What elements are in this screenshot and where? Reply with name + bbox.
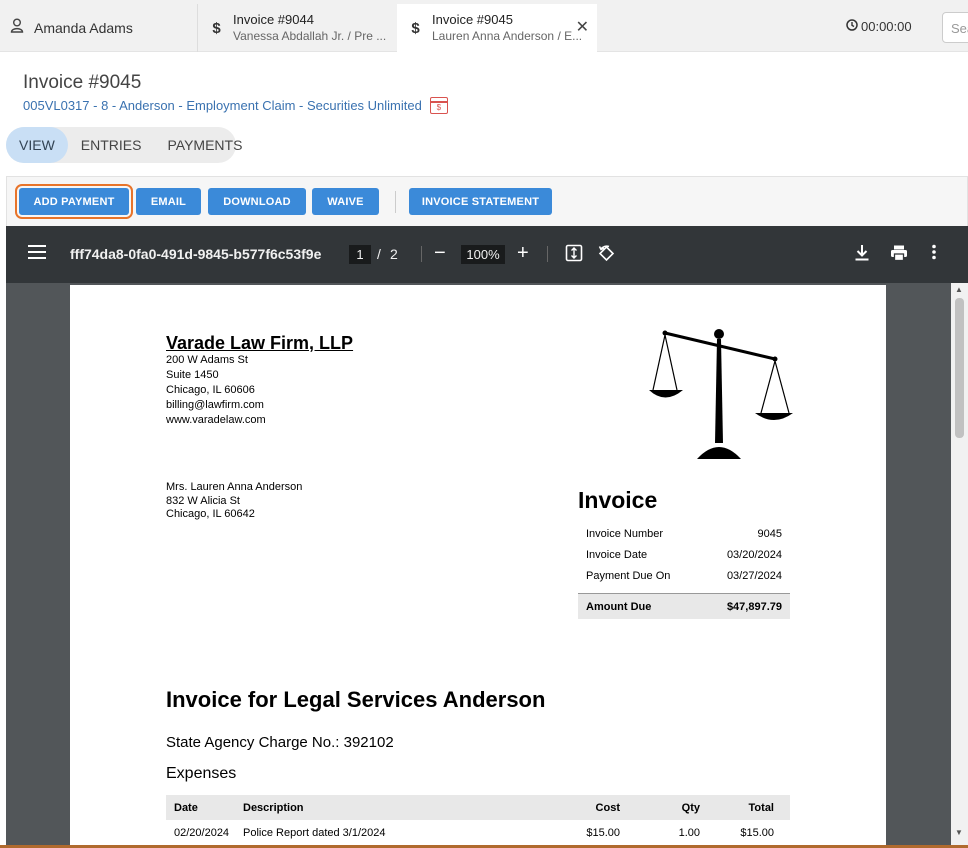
clock-icon [846, 19, 858, 34]
zoom-input[interactable]: 100% [461, 245, 505, 264]
amount-due: $47,897.79 [726, 600, 782, 613]
invoice-date: 03/20/2024 [726, 548, 782, 561]
calendar-icon[interactable]: $ [429, 97, 448, 114]
invoice-heading: Invoice [578, 487, 658, 513]
matter-link-row: 005VL0317 - 8 - Anderson - Employment Cl… [23, 97, 448, 114]
print-icon[interactable] [890, 244, 908, 266]
expenses-heading: Expenses [166, 765, 237, 782]
services-heading: Invoice for Legal Services Anderson [166, 687, 546, 712]
timer-value: 00:00:00 [861, 19, 912, 34]
scroll-up-icon[interactable]: ▲ [955, 285, 963, 294]
firm-address: 200 W Adams St Suite 1450 Chicago, IL 60… [166, 354, 266, 426]
invoice-summary: Invoice Number 9045 Invoice Date 03/20/202… [578, 523, 790, 619]
download-button[interactable]: DOWNLOAD [208, 188, 306, 215]
tab-invoice-9044[interactable]: $ Invoice #9044 Vanessa Abdallah Jr. / P… [198, 4, 398, 52]
page-separator: / [377, 246, 381, 262]
dollar-icon: $ [212, 19, 221, 37]
view-tabs: VIEW ENTRIES PAYMENTS [6, 127, 242, 163]
pdf-filename: fff74da8-0fa0-491d-9845-b577f6c53f9e [70, 246, 322, 262]
firm-name: Varade Law Firm, LLP [166, 333, 354, 353]
add-payment-button[interactable]: ADD PAYMENT [15, 184, 133, 219]
zoom-out-icon[interactable]: − [434, 243, 446, 263]
tab-title: Invoice #9045 [432, 12, 513, 27]
search-input[interactable]: Search [942, 12, 968, 43]
tab-subtitle: Lauren Anna Anderson / E... [432, 29, 583, 43]
table-row: 02/20/2024 Police Report dated 3/1/2024 … [174, 826, 774, 839]
table-header: Date Description Cost Qty Total [166, 795, 790, 820]
client-address: Mrs. Lauren Anna Anderson 832 W Alicia S… [166, 481, 303, 520]
fit-page-icon[interactable] [565, 244, 583, 266]
page-total: 2 [390, 246, 398, 262]
email-button[interactable]: EMAIL [136, 188, 201, 215]
download-icon[interactable] [854, 244, 870, 266]
scrollbar-thumb[interactable] [955, 298, 964, 438]
invoice-number: 9045 [757, 527, 782, 540]
tab-invoice-9045[interactable]: $ Invoice #9045 Lauren Anna Anderson / E… [397, 4, 597, 52]
more-options-icon[interactable] [932, 244, 936, 264]
tab-title: Invoice #9044 [233, 12, 314, 27]
pdf-viewer[interactable]: Varade Law Firm, LLP 200 W Adams St Suit… [6, 283, 968, 848]
expenses-table: Date Description Cost Qty Total 02/20/20… [166, 795, 790, 845]
tab-payments[interactable]: PAYMENTS [154, 127, 255, 163]
due-date: 03/27/2024 [726, 569, 782, 582]
user-icon [10, 18, 24, 38]
waive-button[interactable]: WAIVE [312, 188, 379, 215]
invoice-statement-button[interactable]: INVOICE STATEMENT [409, 188, 552, 215]
vertical-scrollbar[interactable]: ▲ ▼ [951, 283, 968, 848]
dollar-icon: $ [411, 19, 420, 37]
tab-view[interactable]: VIEW [6, 127, 68, 163]
top-tab-bar: Amanda Adams $ Invoice #9044 Vanessa Abd… [0, 0, 968, 52]
menu-icon[interactable] [28, 245, 46, 259]
divider [421, 246, 422, 262]
toolbar-divider [395, 191, 396, 213]
user-name: Amanda Adams [34, 20, 133, 36]
tab-entries[interactable]: ENTRIES [68, 127, 155, 163]
page-number-input[interactable]: 1 [349, 245, 371, 264]
scroll-down-icon[interactable]: ▼ [955, 828, 963, 837]
matter-link[interactable]: 005VL0317 - 8 - Anderson - Employment Cl… [23, 98, 422, 113]
close-tab-icon[interactable]: ✕ [576, 17, 589, 37]
scales-of-justice-logo [645, 325, 795, 465]
user-tab[interactable]: Amanda Adams [0, 4, 198, 52]
charge-number: State Agency Charge No.: 392102 [166, 734, 394, 751]
pdf-page: Varade Law Firm, LLP 200 W Adams St Suit… [70, 285, 886, 848]
page-title: Invoice #9045 [23, 72, 142, 93]
divider [547, 246, 548, 262]
zoom-in-icon[interactable]: + [517, 243, 529, 263]
timer[interactable]: 00:00:00 [846, 19, 912, 34]
pdf-toolbar: fff74da8-0fa0-491d-9845-b577f6c53f9e 1 /… [6, 226, 968, 283]
rotate-icon[interactable] [597, 244, 616, 267]
action-toolbar: ADD PAYMENT EMAIL DOWNLOAD WAIVE INVOICE… [6, 176, 968, 226]
tab-subtitle: Vanessa Abdallah Jr. / Pre ... [233, 29, 387, 43]
